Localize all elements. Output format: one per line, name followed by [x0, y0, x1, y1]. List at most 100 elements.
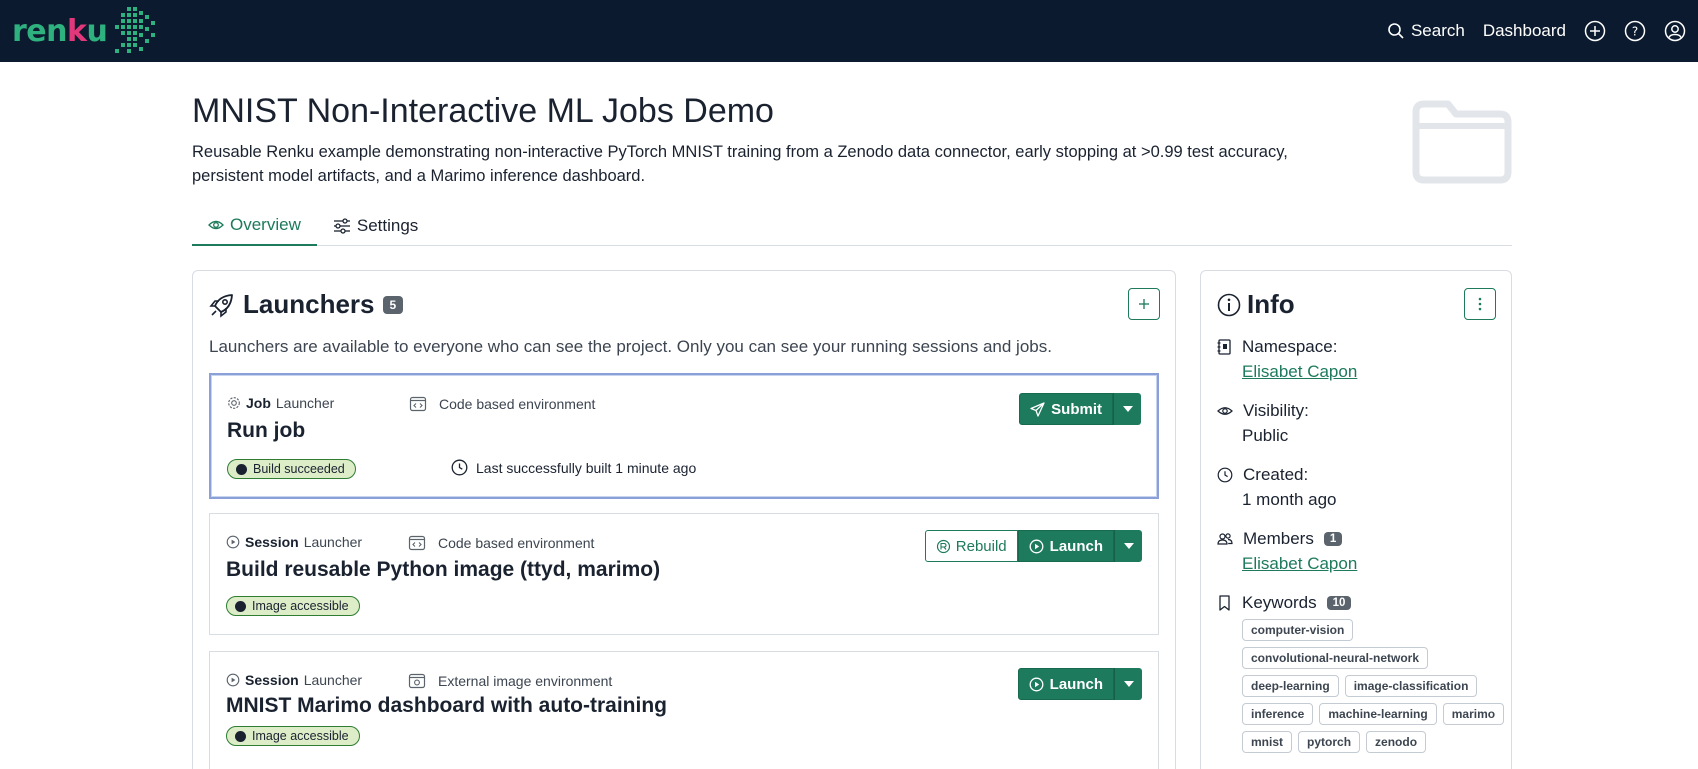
tab-overview[interactable]: Overview [192, 206, 317, 246]
keyword-tag: convolutional-neural-network [1242, 647, 1429, 669]
code-environment-icon [408, 535, 426, 551]
status-badge: Build succeeded [227, 459, 356, 479]
launcher-card[interactable]: Job Launcher Code based environment Run … [209, 373, 1159, 499]
submit-options-dropdown[interactable] [1113, 393, 1141, 425]
info-title: Info [1247, 289, 1295, 319]
info-card: Info Namespace: Elisabet Capon Visibilit… [1200, 270, 1512, 769]
launcher-type-bold: Job [246, 395, 271, 411]
status-badge-label: Image accessible [252, 599, 349, 613]
keyword-tag: computer-vision [1242, 619, 1354, 641]
nav-search-link[interactable]: Search [1387, 21, 1465, 41]
created-row: Created: 1 month ago [1217, 465, 1497, 510]
keywords-count-badge: 10 [1326, 596, 1352, 610]
keyword-tag: deep-learning [1242, 675, 1339, 697]
keyword-tag: marimo [1442, 703, 1505, 725]
launch-button[interactable]: Launch [1017, 668, 1114, 700]
namespace-link[interactable]: Elisabet Capon [1242, 362, 1497, 382]
launch-options-dropdown[interactable] [1114, 668, 1142, 700]
search-icon [1388, 23, 1404, 39]
nav-right: Search Dashboard ? [1387, 20, 1686, 42]
launch-button-group: Launch [1017, 668, 1142, 700]
keywords-list: computer-vision convolutional-neural-net… [1242, 619, 1512, 753]
launcher-card[interactable]: Session Launcher Code based environment … [209, 513, 1159, 635]
rocket-icon [209, 293, 233, 318]
launcher-environment: Code based environment [409, 395, 595, 413]
launcher-type-bold: Session [245, 534, 299, 550]
launcher-type-bold: Session [245, 672, 299, 688]
rebuild-button[interactable]: Rebuild [924, 530, 1018, 562]
help-icon[interactable]: ? [1624, 20, 1646, 42]
namespace-icon [1217, 339, 1231, 355]
tab-settings[interactable]: Settings [317, 206, 434, 246]
caret-down-icon [1123, 543, 1134, 549]
renku-logo[interactable]: renku [12, 0, 161, 62]
status-badge: Image accessible [226, 596, 360, 616]
keywords-label-row: Keywords 10 [1217, 593, 1497, 613]
namespace-label-row: Namespace: [1217, 337, 1497, 357]
launcher-env-label: External image environment [438, 673, 613, 689]
keyword-tag: zenodo [1366, 731, 1427, 753]
bookmark-icon [1219, 595, 1230, 611]
play-circle-icon [226, 673, 240, 687]
send-icon [1030, 401, 1045, 417]
tab-settings-label: Settings [356, 216, 419, 235]
logo-grid-icon [115, 7, 156, 53]
status-dot-icon [235, 600, 246, 612]
keyword-tag: machine-learning [1319, 703, 1437, 725]
keyword-tag: image-classification [1344, 675, 1478, 697]
eye-icon [208, 220, 224, 230]
sliders-icon [333, 218, 350, 234]
visibility-label-row: Visibility: [1217, 401, 1497, 421]
svg-text:?: ? [1632, 25, 1638, 39]
add-launcher-button[interactable] [1128, 288, 1160, 320]
launchers-note: Launchers are available to everyone who … [209, 337, 1052, 356]
launch-button[interactable]: Launch [1017, 530, 1114, 562]
code-environment-icon [409, 396, 427, 412]
launch-button-label: Launch [1049, 537, 1103, 555]
launchers-title: Launchers [243, 289, 375, 319]
user-account-icon[interactable] [1664, 20, 1686, 42]
launcher-environment: External image environment [408, 672, 612, 690]
launch-options-dropdown[interactable] [1114, 530, 1142, 562]
submit-button[interactable]: Submit [1019, 393, 1113, 425]
last-built-label: Last successfully built 1 minute ago [476, 459, 697, 476]
project-title: MNIST Non-Interactive ML Jobs Demo [192, 92, 774, 130]
plus-icon [1139, 299, 1149, 309]
clock-icon [451, 459, 468, 476]
launcher-type: Session Launcher [226, 534, 362, 550]
kebab-menu-icon [1478, 297, 1482, 311]
launcher-card[interactable]: Session Launcher External image environm… [209, 651, 1159, 769]
submit-button-label: Submit [1051, 400, 1102, 418]
people-icon [1217, 533, 1233, 545]
created-label-row: Created: [1217, 465, 1497, 485]
status-badge-label: Image accessible [252, 729, 349, 743]
caret-down-icon [1123, 681, 1134, 687]
status-dot-icon [236, 463, 247, 475]
member-link[interactable]: Elisabet Capon [1242, 554, 1497, 574]
play-circle-icon [1029, 677, 1044, 691]
play-circle-icon [226, 535, 240, 549]
play-circle-icon [1029, 539, 1044, 553]
info-menu-button[interactable] [1464, 288, 1496, 320]
launcher-env-label: Code based environment [439, 396, 596, 412]
launcher-name: Build reusable Python image (ttyd, marim… [226, 558, 661, 581]
tab-overview-label: Overview [230, 215, 301, 234]
project-description: Reusable Renku example demonstrating non… [192, 143, 1288, 185]
launcher-type: Job Launcher [227, 395, 334, 411]
plus-circle-icon[interactable] [1584, 20, 1606, 42]
logo-wordmark: renku [12, 13, 108, 49]
rebuild-button-label: Rebuild [955, 537, 1007, 555]
keyword-tag: mnist [1242, 731, 1293, 753]
created-label: Created: [1243, 465, 1309, 484]
launchers-header: Launchers 5 [209, 289, 404, 320]
gear-icon [228, 397, 240, 409]
search-label: Search [1410, 21, 1465, 40]
external-image-icon [408, 673, 426, 689]
info-icon [1217, 293, 1241, 316]
nav-dashboard-link[interactable]: Dashboard [1483, 21, 1566, 41]
last-built-info: Last successfully built 1 minute ago [451, 459, 696, 476]
launchers-card: Launchers 5 Launchers are available to e… [192, 270, 1176, 769]
status-dot-icon [235, 730, 246, 742]
folder-icon [1412, 100, 1512, 184]
created-value: 1 month ago [1242, 490, 1337, 509]
